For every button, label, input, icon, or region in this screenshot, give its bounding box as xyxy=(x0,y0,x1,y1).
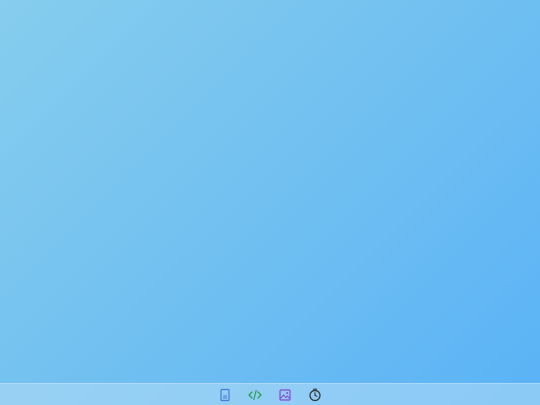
document-icon xyxy=(218,388,232,402)
taskbar-image-button[interactable] xyxy=(276,386,294,404)
taskbar-clock-button[interactable] xyxy=(306,386,324,404)
desktop xyxy=(0,0,540,405)
taskbar xyxy=(0,383,540,405)
taskbar-code-button[interactable] xyxy=(246,386,264,404)
taskbar-document-button[interactable] xyxy=(216,386,234,404)
clock-icon xyxy=(308,388,322,402)
image-icon xyxy=(278,388,292,402)
code-icon xyxy=(248,388,262,402)
